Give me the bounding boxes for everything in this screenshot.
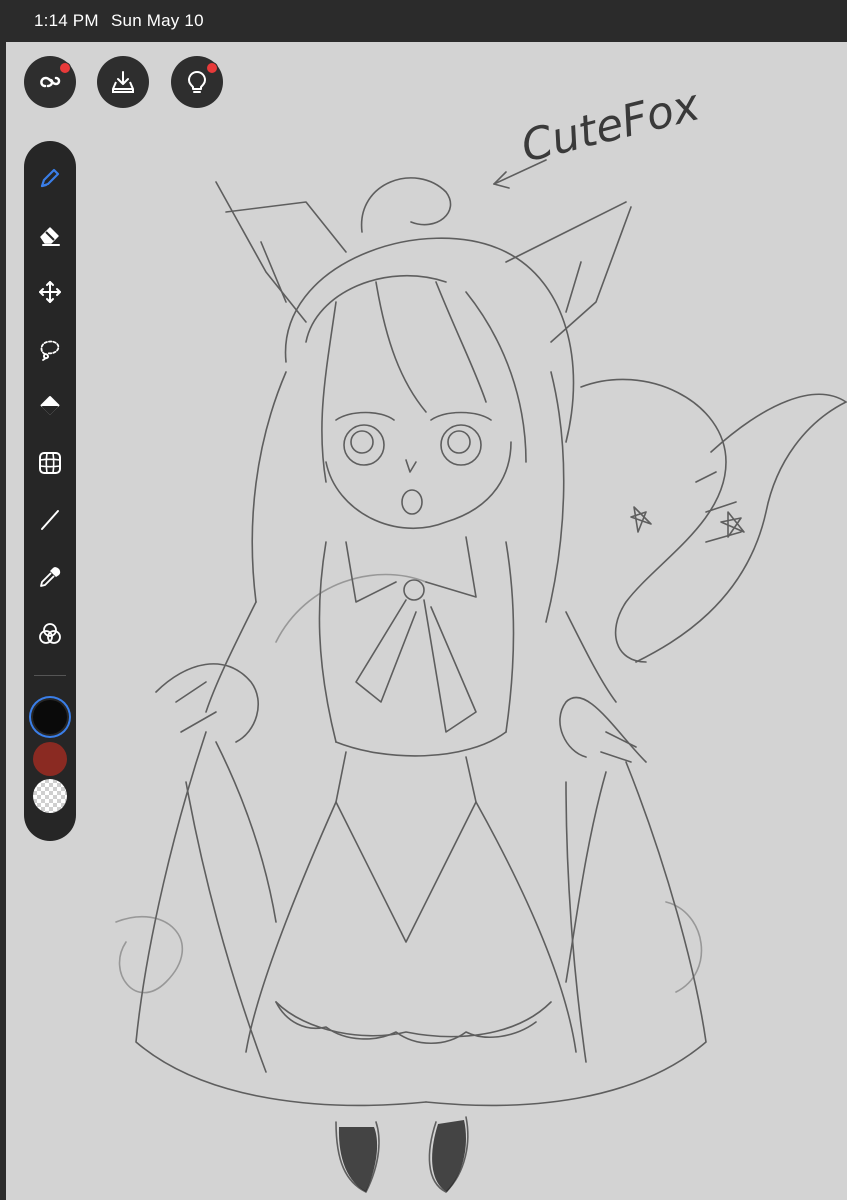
export-download-icon — [112, 71, 134, 93]
grid-tool-button[interactable] — [30, 443, 70, 483]
export-button[interactable] — [97, 56, 149, 108]
grid-icon — [39, 452, 61, 474]
pen-tool-button[interactable] — [30, 158, 70, 198]
line-tool-button[interactable] — [30, 500, 70, 540]
notification-dot — [206, 62, 218, 74]
secondary-color-swatch[interactable] — [33, 742, 67, 776]
toolbar-divider — [34, 675, 66, 676]
status-time: 1:14 PM — [34, 11, 99, 30]
background-color-swatch[interactable] — [33, 779, 67, 813]
eyedropper-icon — [40, 567, 61, 587]
move-tool-button[interactable] — [30, 272, 70, 312]
sketch-drawing: CuteFox — [115, 79, 847, 1193]
tips-button[interactable] — [171, 56, 223, 108]
status-bar: 1:14 PM Sun May 10 — [0, 0, 847, 42]
lasso-tool-button[interactable] — [30, 329, 70, 369]
lasso-icon — [40, 340, 60, 361]
line-icon — [41, 510, 59, 530]
color-mixer-tool-button[interactable] — [30, 614, 70, 654]
eraser-icon — [40, 227, 60, 246]
eyedropper-tool-button[interactable] — [30, 557, 70, 597]
cloud-sync-button[interactable] — [24, 56, 76, 108]
color-circles-icon — [39, 623, 61, 644]
status-date: Sun May 10 — [111, 11, 204, 30]
primary-color-swatch[interactable] — [33, 700, 67, 734]
eraser-tool-button[interactable] — [30, 215, 70, 255]
paint-bucket-icon — [40, 396, 60, 415]
notification-dot — [59, 62, 71, 74]
sketch-annotation-text: CuteFox — [516, 79, 705, 173]
fill-tool-button[interactable] — [30, 386, 70, 426]
tool-palette — [24, 141, 76, 841]
move-arrows-icon — [39, 281, 61, 303]
pen-icon — [40, 168, 60, 188]
